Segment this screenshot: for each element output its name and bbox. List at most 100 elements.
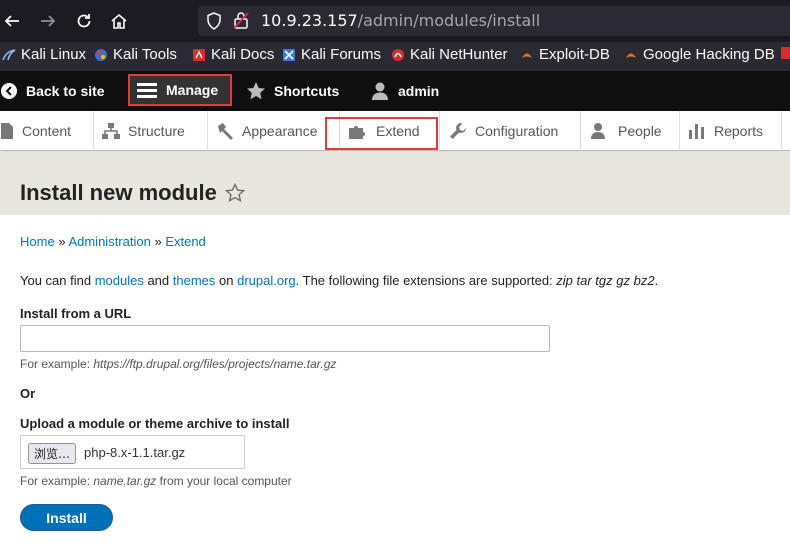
bookmark-kali-nethunter[interactable]: Kali NetHunter [391, 46, 508, 63]
content-icon [1, 123, 13, 139]
breadcrumb: Home » Administration » Extend [20, 234, 206, 249]
page-header: Install new module [0, 152, 790, 215]
drupal-org-link[interactable]: drupal.org [237, 273, 296, 288]
url-field-label: Install from a URL [20, 306, 132, 321]
breadcrumb-separator: » [154, 234, 162, 249]
shield-icon[interactable] [206, 12, 222, 33]
bookmarks-bar: Kali Linux Kali Tools Kali Docs Kali For… [0, 42, 790, 71]
kali-tools-icon [95, 48, 107, 61]
exploit-db-icon [522, 53, 532, 58]
page-title-text: Install new module [20, 180, 217, 205]
selected-file-name: php-8.x-1.1.tar.gz [84, 445, 186, 460]
address-bar[interactable]: 10.9.23.157/admin/modules/install [198, 6, 790, 36]
modules-link[interactable]: modules [95, 273, 144, 288]
page-title: Install new module [20, 180, 245, 206]
user-icon [372, 82, 388, 100]
tray-item-label: Reports [714, 123, 764, 139]
breadcrumb-extend[interactable]: Extend [165, 234, 205, 249]
bookmark-label: Kali Linux [21, 46, 87, 63]
intro-part: on [215, 273, 238, 288]
kali-docs-icon [193, 48, 205, 61]
example-prefix: For example: [20, 357, 94, 371]
tray-item-structure[interactable]: Structure [102, 111, 208, 151]
people-icon [591, 123, 605, 139]
reload-icon[interactable] [72, 9, 96, 33]
or-label: Or [20, 386, 36, 401]
breadcrumb-separator: » [58, 234, 66, 249]
extend-highlight-box [325, 117, 438, 150]
forward-arrow-icon[interactable] [36, 9, 60, 33]
shortcut-star-icon[interactable] [224, 183, 245, 203]
back-to-site-link[interactable]: Back to site [0, 71, 105, 111]
themes-link[interactable]: themes [173, 273, 216, 288]
back-arrow-icon[interactable] [0, 9, 24, 33]
insecure-lock-icon[interactable] [233, 11, 249, 33]
file-upload-field[interactable]: 浏览… php-8.x-1.1.tar.gz [20, 435, 245, 469]
intro-part: . The following file extensions are supp… [295, 273, 557, 288]
kali-forums-icon [283, 48, 295, 61]
tray-item-label: Content [22, 123, 72, 139]
breadcrumb-home[interactable]: Home [20, 234, 55, 249]
manage-label: Manage [166, 82, 219, 98]
bookmark-google-hacking-db[interactable]: Google Hacking DB [624, 46, 775, 63]
breadcrumb-administration[interactable]: Administration [68, 234, 150, 249]
browser-toolbar: 10.9.23.157/admin/modules/install [0, 0, 790, 42]
bookmark-kali-linux[interactable]: Kali Linux [2, 46, 86, 63]
tray-item-label: Configuration [475, 123, 559, 139]
url-host: 10.9.23.157 [261, 11, 358, 30]
upload-example: name.tar.gz [93, 474, 157, 488]
star-icon [247, 82, 265, 100]
url-text: 10.9.23.157/admin/modules/install [261, 11, 540, 30]
bookmark-label: Kali Docs [211, 46, 275, 63]
upload-field-label: Upload a module or theme archive to inst… [20, 416, 290, 431]
bookmark-exploit-db[interactable]: Exploit-DB [520, 46, 610, 63]
bookmark-label: Exploit-DB [539, 46, 610, 63]
back-to-site-icon [1, 83, 17, 99]
url-example-description: For example: https://ftp.drupal.org/file… [20, 357, 336, 371]
bookmark-label: Kali Tools [113, 46, 177, 63]
bookmark-overflow[interactable] [780, 46, 790, 60]
tray-item-reports[interactable]: Reports [688, 111, 782, 151]
bookmark-label: Kali NetHunter [410, 46, 508, 63]
bookmark-kali-docs[interactable]: Kali Docs [192, 46, 274, 63]
kali-dragon-icon [2, 48, 16, 60]
intro-part: . [654, 273, 659, 288]
intro-part: You can find [20, 273, 95, 288]
tray-item-appearance[interactable]: Appearance [216, 111, 340, 151]
bookmark-label: Kali Forums [301, 46, 382, 63]
user-label: admin [398, 83, 440, 99]
appearance-icon [218, 123, 233, 140]
wrench-icon [450, 123, 466, 139]
intro-text: You can find modules and themes on drupa… [20, 273, 658, 288]
supported-extensions: zip tar tgz gz bz2 [556, 273, 655, 288]
tray-item-people[interactable]: People [590, 111, 680, 151]
bookmark-kali-tools[interactable]: Kali Tools [94, 46, 177, 63]
tray-item-content[interactable]: Content [0, 111, 94, 151]
intro-part: and [143, 273, 173, 288]
shortcuts-label: Shortcuts [274, 83, 340, 99]
shortcuts-tab[interactable]: Shortcuts [246, 71, 339, 111]
manage-tab[interactable]: Manage [128, 74, 233, 106]
admin-toolbar: Back to site Manage Shortcuts admin [0, 71, 790, 111]
install-button[interactable]: Install [20, 504, 113, 531]
upload-example-description: For example: name.tar.gz from your local… [20, 474, 292, 488]
url-path: /admin/modules/install [357, 11, 541, 30]
user-tab[interactable]: admin [370, 71, 439, 111]
back-to-site-label: Back to site [26, 83, 105, 99]
tray-item-configuration[interactable]: Configuration [449, 111, 581, 151]
nethunter-icon [392, 48, 404, 61]
install-url-input[interactable] [20, 325, 550, 352]
example-suffix: from your local computer [156, 474, 292, 488]
hamburger-menu-icon [137, 83, 157, 98]
structure-icon [102, 123, 120, 139]
browse-button[interactable]: 浏览… [28, 443, 77, 464]
tray-item-label: Structure [128, 123, 185, 139]
url-example: https://ftp.drupal.org/files/projects/na… [93, 357, 337, 371]
home-icon[interactable] [107, 9, 131, 33]
tray-item-label: Appearance [242, 123, 318, 139]
reports-icon [689, 124, 704, 139]
example-prefix: For example: [20, 474, 94, 488]
ghdb-icon [626, 53, 636, 58]
bookmark-kali-forums[interactable]: Kali Forums [282, 46, 381, 63]
tray-item-label: People [618, 123, 662, 139]
